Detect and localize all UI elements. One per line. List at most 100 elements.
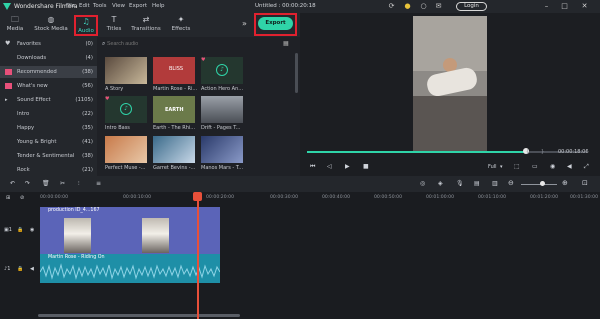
close-icon[interactable]: ✕ [580,2,589,11]
preview-panel: { } 00:00:18:06 ⏮ ◁ ▶ ■ Full ▾ ⬚ ▭ ◉ ◀ ⤢ [300,13,600,176]
volume-icon[interactable]: ◀ [567,163,572,170]
sidebar-item-downloads[interactable]: Downloads (4) [0,52,97,64]
tab-effects[interactable]: ✦ Effects [168,15,194,36]
sidebar-item-rock[interactable]: Rock (21) [0,164,97,176]
audio-library: ⌕ ▦ A Story BLISS Martin Rose - Ri... ♪ … [97,37,300,176]
audio-thumb-intro-bass[interactable]: ♪ ♥ [105,96,147,123]
undo-icon[interactable]: ↶ [10,180,15,187]
more-tabs-icon[interactable]: » [242,19,247,28]
play-icon[interactable]: ▶ [345,163,350,170]
timeline-toolbar: ↶ ↷ 🗑 ✂ ⫶ ≡ ◎ ◈ 🎙 ▤ ▥ ⊖ ⊕ ⊡ [0,176,600,192]
sidebar-item-favorites[interactable]: ♥ Favorites (0) [0,38,97,50]
sidebar-item-recommended[interactable]: Recommended (38) [0,66,97,78]
mark-out-icon[interactable]: } [541,149,544,155]
transitions-icon: ⇄ [142,15,150,24]
tab-transitions[interactable]: ⇄ Transitions [130,15,162,36]
playhead[interactable] [197,192,199,319]
menu-tools[interactable]: Tools [93,3,107,9]
cut-icon[interactable]: ✂ [60,180,65,187]
folder-icon: 🗀 [11,15,19,24]
tab-audio[interactable]: ♫ Audio [74,15,98,36]
delete-icon[interactable]: 🗑 [42,180,50,187]
ruler-tick: 00:01:20:00 [530,195,559,200]
audio-label: Earth - The Rhi... [153,125,196,131]
audio-thumb-action-hero[interactable]: ♪ ♥ [201,57,243,84]
audio-thumb-earth[interactable]: EARTH [153,96,195,123]
menu-help[interactable]: Help [152,3,165,9]
eye-icon[interactable]: ◉ [30,227,34,233]
display-icon[interactable]: ▭ [532,163,538,170]
ruler-tick: 00:01:30:00 [570,195,599,200]
redo-icon[interactable]: ↷ [25,180,30,187]
mail-icon[interactable]: ✉ [434,2,443,11]
refresh-icon[interactable]: ⟳ [387,2,396,11]
snapshot-icon[interactable]: ◉ [550,163,555,170]
add-track-icon[interactable]: ⊞ [6,195,10,201]
login-button[interactable]: Login [456,2,487,11]
grid-scrollbar[interactable] [295,53,298,93]
ruler-tick: 00:00:50:00 [374,195,403,200]
mic-icon[interactable]: 🎙 [456,180,464,187]
audio-thumb-garret-bevins[interactable] [153,136,195,163]
zoom-in-icon[interactable]: ⊕ [562,179,568,187]
zoom-out-icon[interactable]: ⊖ [508,179,514,187]
audio-thumb-martin-rose[interactable]: BLISS [153,57,195,84]
grid-view-icon[interactable]: ▦ [283,40,289,47]
previous-frame-icon[interactable]: ⏮ [310,163,315,171]
resize-icon[interactable]: ⤢ [584,163,589,171]
menu-view[interactable]: View [112,3,125,9]
audio-thumb-a-story[interactable] [105,57,147,84]
lock-icon[interactable]: 🔒 [17,227,23,233]
search-input[interactable] [107,39,295,49]
export-button[interactable]: Export [258,17,293,30]
clip-frame [64,218,91,253]
sidebar-item-sound-effect[interactable]: ▸ Sound Effect (1105) [0,94,97,106]
stop-icon[interactable]: ■ [363,163,369,170]
audio-label: Action Hero An... [201,86,244,92]
minimize-icon[interactable]: – [542,2,551,11]
mark-in-icon[interactable]: { [526,149,529,155]
split-screen-icon[interactable]: ▥ [492,180,498,187]
render-icon[interactable]: ◎ [420,180,425,187]
timeline-scrollbar[interactable] [38,314,240,317]
audio-label: Manos Mars - T... [201,165,244,171]
tab-stock-media[interactable]: ◍ Stock Media [32,15,70,36]
sidebar-item-tender[interactable]: Tender & Sentimental (38) [0,150,97,162]
audio-wave-icon[interactable]: ⫶ [78,180,80,188]
menu-file[interactable]: File [66,3,75,9]
menu-edit[interactable]: Edit [79,3,90,9]
chevron-down-icon[interactable]: ▾ [500,164,503,170]
recommended-icon [5,69,12,75]
fit-timeline-icon[interactable]: ⊡ [582,179,588,187]
audio-thumb-manos-mars[interactable] [201,136,243,163]
audio-categories: ♥ Favorites (0) Downloads (4) Recommended(… [0,37,97,176]
tab-titles[interactable]: T Titles [103,15,125,36]
video-clip[interactable] [40,207,220,254]
menu-export[interactable]: Export [129,3,147,9]
playhead-handle[interactable] [193,192,202,201]
zoom-handle[interactable] [540,181,545,186]
sidebar-item-happy[interactable]: Happy (35) [0,122,97,134]
sidebar-item-intro[interactable]: Intro (22) [0,108,97,120]
account-icon[interactable]: ○ [419,2,428,11]
ruler-tick: 00:00:10:00 [123,195,152,200]
time-display: 00:00:18:06 [558,149,589,155]
step-back-icon[interactable]: ◁ [327,163,332,170]
lock-icon[interactable]: 🔒 [17,266,23,272]
quality-select[interactable]: Full [488,164,497,170]
adjust-icon[interactable]: ≡ [96,180,101,187]
maximize-icon[interactable]: □ [560,2,569,11]
sidebar-item-young-bright[interactable]: Young & Bright (41) [0,136,97,148]
audio-thumb-perfect-muse[interactable] [105,136,147,163]
speaker-icon[interactable]: ◀ [30,266,34,272]
playback-progress[interactable] [307,148,587,154]
zoom-slider[interactable] [521,184,557,185]
sidebar-item-whats-new[interactable]: What's new (56) [0,80,97,92]
audio-thumb-drift[interactable] [201,96,243,123]
voiceover-icon[interactable]: ▤ [474,180,480,187]
tab-media[interactable]: 🗀 Media [2,15,28,36]
marker-icon[interactable]: ◈ [438,180,443,187]
link-icon[interactable]: ⊘ [20,195,24,201]
fullscreen-icon[interactable]: ⬚ [514,163,520,170]
lightbulb-icon[interactable]: ● [403,2,412,11]
